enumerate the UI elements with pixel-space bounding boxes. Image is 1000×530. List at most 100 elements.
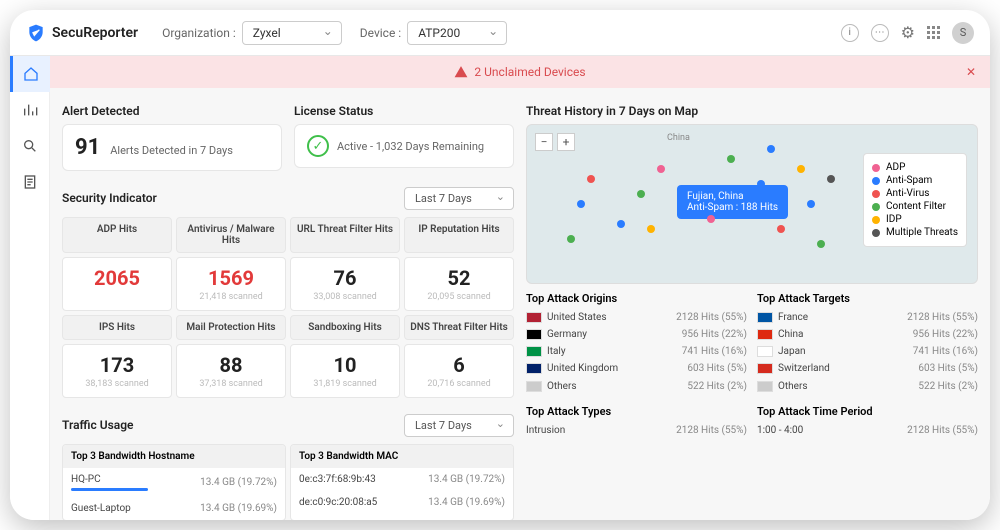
metric-cell: 7633,008 scanned	[290, 257, 400, 311]
org-label: Organization :	[162, 26, 236, 40]
info-icon[interactable]: i	[841, 24, 859, 42]
traffic-row: Guest-Laptop13.4 GB (19.69%)	[63, 497, 285, 520]
map-dot	[797, 165, 805, 173]
org-select[interactable]: Zyxel	[242, 21, 342, 45]
metric-cell: 156921,418 scanned	[176, 257, 286, 311]
types-title: Top Attack Types	[526, 405, 747, 418]
map-dot	[647, 225, 655, 233]
map-dot	[577, 200, 585, 208]
alerts-card: 91 Alerts Detected in 7 Days	[62, 124, 282, 171]
document-icon	[22, 174, 38, 190]
gear-icon[interactable]: ⚙	[901, 23, 915, 42]
tooltip-stat: Anti-Spam : 188 Hits	[687, 202, 778, 213]
brand-name: SecuReporter	[52, 25, 138, 41]
legend-item: Anti-Virus	[872, 188, 958, 199]
map-dot	[707, 215, 715, 223]
metric-header: Antivirus / Malware Hits	[176, 217, 286, 253]
traffic-col1-title: Top 3 Bandwidth Hostname	[63, 445, 285, 468]
shield-icon	[26, 23, 46, 43]
nav-search[interactable]	[10, 128, 50, 164]
device-label: Device :	[360, 26, 401, 40]
license-card: ✓ Active - 1,032 Days Remaining	[294, 124, 514, 168]
traffic-title: Traffic Usage	[62, 418, 134, 432]
alerts-caption: Alerts Detected in 7 Days	[110, 144, 233, 157]
map-dot	[777, 225, 785, 233]
home-icon	[23, 66, 39, 82]
avatar[interactable]: S	[952, 22, 974, 44]
map-legend: ADP Anti-Spam Anti-Virus Content Filter IDP M…	[863, 153, 967, 247]
map-dot	[567, 235, 575, 243]
table-row: United Kingdom603 Hits (5%)	[526, 360, 747, 377]
metric-header: IP Reputation Hits	[404, 217, 514, 253]
security-period-select[interactable]: Last 7 Days	[404, 187, 514, 210]
alerts-count: 91	[75, 135, 100, 160]
legend-item: Content Filter	[872, 201, 958, 212]
more-icon[interactable]: ⋯	[871, 24, 889, 42]
map-tooltip: Fujian, China Anti-Spam : 188 Hits	[677, 185, 788, 219]
license-status: Active - 1,032 Days Remaining	[337, 140, 484, 153]
metric-header: IPS Hits	[62, 315, 172, 340]
map-dot	[767, 145, 775, 153]
metric-cell: 17338,183 scanned	[62, 344, 172, 398]
tooltip-place: Fujian, China	[687, 191, 778, 202]
metric-cell: 5220,095 scanned	[404, 257, 514, 311]
metric-header: ADP Hits	[62, 217, 172, 253]
threat-map[interactable]: −+ China Fujian, China Anti-Spam : 188 H…	[526, 124, 978, 284]
legend-item: IDP	[872, 214, 958, 225]
search-icon	[22, 138, 38, 154]
times-title: Top Attack Time Period	[757, 405, 978, 418]
legend-item: Multiple Threats	[872, 227, 958, 238]
map-dot	[637, 190, 645, 198]
traffic-row: HQ-PC13.4 GB (19.72%)	[63, 468, 285, 497]
traffic-row: de:c0:9c:20:08:a513.4 GB (19.69%)	[291, 491, 513, 514]
legend-item: ADP	[872, 162, 958, 173]
table-row: Others522 Hits (2%)	[526, 378, 747, 395]
close-icon[interactable]: ✕	[966, 65, 976, 79]
license-title: License Status	[294, 104, 514, 118]
metric-cell: 1031,819 scanned	[290, 344, 400, 398]
metric-header: Sandboxing Hits	[290, 315, 400, 340]
traffic-col2-title: Top 3 Bandwidth MAC	[291, 445, 513, 468]
table-row: Switzerland603 Hits (5%)	[757, 360, 978, 377]
table-row: Germany956 Hits (22%)	[526, 326, 747, 343]
alerts-title: Alert Detected	[62, 104, 282, 118]
bars-icon	[22, 102, 38, 118]
nav-home[interactable]	[10, 56, 50, 92]
security-title: Security Indicator	[62, 191, 157, 205]
check-icon: ✓	[307, 135, 329, 157]
warning-icon	[454, 65, 468, 79]
table-row: Japan741 Hits (16%)	[757, 343, 978, 360]
traffic-row: 0e:c3:7f:68:9b:4313.4 GB (19.72%)	[291, 468, 513, 491]
device-select[interactable]: ATP200	[407, 21, 507, 45]
zoom-out[interactable]: −	[535, 133, 553, 151]
table-row: United States2128 Hits (55%)	[526, 309, 747, 326]
table-row: Italy741 Hits (16%)	[526, 343, 747, 360]
table-row: Others522 Hits (2%)	[757, 378, 978, 395]
nav-reports[interactable]	[10, 164, 50, 200]
table-row: France2128 Hits (55%)	[757, 309, 978, 326]
metric-cell: 2065	[62, 257, 172, 311]
nav-analytics[interactable]	[10, 92, 50, 128]
map-label-china: China	[667, 133, 690, 143]
map-dot	[817, 240, 825, 248]
table-row: 1:00 - 4:002128 Hits (55%)	[757, 422, 978, 439]
brand-logo: SecuReporter	[26, 23, 138, 43]
map-dot	[727, 155, 735, 163]
metric-header: DNS Threat Filter Hits	[404, 315, 514, 340]
targets-title: Top Attack Targets	[757, 292, 978, 305]
map-dot	[827, 175, 835, 183]
metric-header: Mail Protection Hits	[176, 315, 286, 340]
origins-title: Top Attack Origins	[526, 292, 747, 305]
map-dot	[807, 200, 815, 208]
apps-icon[interactable]	[927, 26, 940, 39]
metric-header: URL Threat Filter Hits	[290, 217, 400, 253]
metric-cell: 8837,318 scanned	[176, 344, 286, 398]
map-title: Threat History in 7 Days on Map	[526, 104, 978, 118]
metric-cell: 620,716 scanned	[404, 344, 514, 398]
zoom-in[interactable]: +	[557, 133, 575, 151]
map-dot	[617, 220, 625, 228]
legend-item: Anti-Spam	[872, 175, 958, 186]
unclaimed-banner: 2 Unclaimed Devices ✕	[50, 56, 990, 88]
map-dot	[587, 175, 595, 183]
traffic-period-select[interactable]: Last 7 Days	[404, 414, 514, 437]
